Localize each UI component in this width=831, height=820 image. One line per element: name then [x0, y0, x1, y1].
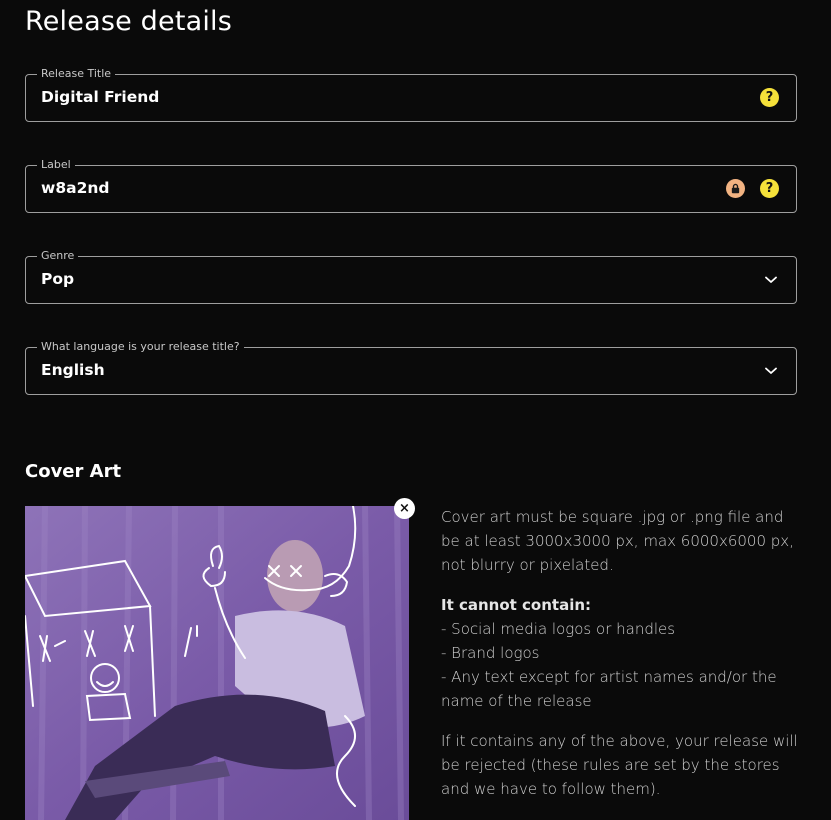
genre-select[interactable]: Genre Pop [25, 249, 797, 304]
cover-art-image [25, 506, 409, 820]
genre-value: Pop [41, 270, 75, 288]
close-icon: × [399, 501, 410, 516]
help-icon[interactable]: ? [760, 88, 779, 107]
chevron-down-icon[interactable] [764, 364, 778, 378]
genre-label: Genre [37, 249, 79, 263]
label-field[interactable]: Label w8a2nd ? [25, 158, 797, 213]
cover-art-rules: Cover art must be square .jpg or .png fi… [441, 505, 801, 817]
language-select[interactable]: What language is your release title? Eng… [25, 340, 797, 395]
help-icon[interactable]: ? [760, 179, 779, 198]
rules-cannot-contain: It cannot contain: - Social media logos … [441, 593, 801, 713]
rule-item: - Brand logos [441, 644, 540, 662]
language-label: What language is your release title? [37, 340, 244, 354]
remove-cover-button[interactable]: × [394, 498, 415, 519]
rule-item: - Any text except for artist names and/o… [441, 668, 777, 710]
page-title: Release details [25, 6, 233, 37]
rule-item: - Social media logos or handles [441, 620, 676, 638]
cover-art-title: Cover Art [25, 461, 122, 482]
rules-rejection: If it contains any of the above, your re… [441, 732, 798, 798]
rules-intro: Cover art must be square .jpg or .png fi… [441, 508, 794, 574]
release-title-label: Release Title [37, 67, 116, 81]
chevron-down-icon[interactable] [764, 273, 778, 287]
lock-icon [726, 179, 745, 198]
rules-cannot-title: It cannot contain: [441, 596, 592, 614]
label-value: w8a2nd [41, 179, 110, 197]
label-label: Label [37, 158, 75, 172]
release-title-field[interactable]: Release Title Digital Friend ? [25, 67, 797, 122]
release-title-value: Digital Friend [41, 88, 160, 106]
language-value: English [41, 361, 105, 379]
